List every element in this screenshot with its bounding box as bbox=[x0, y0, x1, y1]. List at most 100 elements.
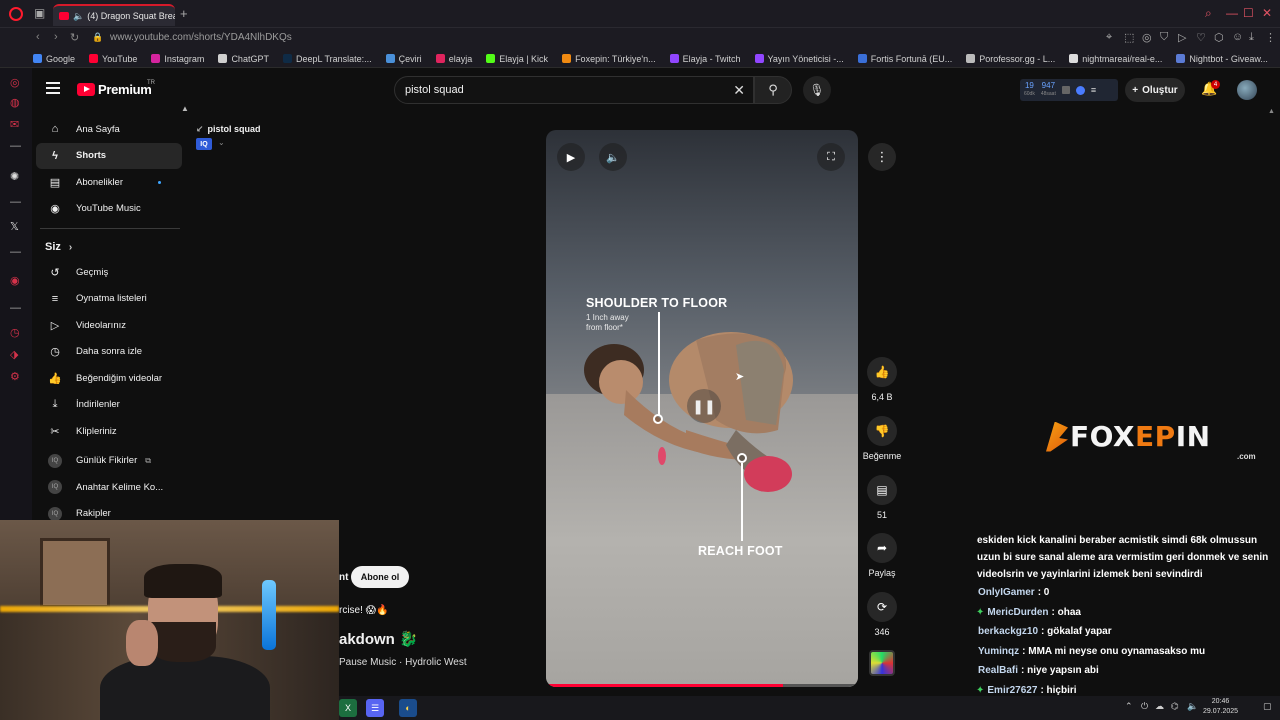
video-progress-bar[interactable] bbox=[546, 684, 858, 687]
extensions-icon[interactable]: ⬡ bbox=[1214, 31, 1224, 44]
download-icon[interactable]: ⤓ bbox=[1249, 31, 1254, 44]
search-button[interactable]: ⚲ bbox=[754, 76, 792, 104]
you-section-header[interactable]: Siz › bbox=[36, 235, 182, 259]
fullscreen-button[interactable]: ⛶ bbox=[817, 143, 845, 171]
hamburger-menu-icon[interactable] bbox=[46, 82, 60, 94]
taskbar-discord-icon[interactable]: ☰ bbox=[366, 699, 384, 717]
share-action[interactable]: ➦ Paylaş bbox=[862, 533, 902, 578]
sound-avatar[interactable] bbox=[869, 650, 895, 676]
taskbar-clock[interactable]: 20:46 29.07.2025 bbox=[1203, 697, 1238, 717]
sidebar-x-icon[interactable]: 𝕏 bbox=[10, 220, 19, 233]
vidiq-menu-icon[interactable]: ≡ bbox=[1091, 85, 1096, 95]
bookmark-item[interactable]: Yayın Yöneticisi -... bbox=[754, 54, 844, 64]
vidiq-logo-icon[interactable] bbox=[1075, 85, 1085, 95]
clear-search-icon[interactable]: ✕ bbox=[733, 82, 745, 99]
tray-notification-icon[interactable]: ▢ bbox=[1263, 701, 1272, 712]
vidiq-stats[interactable]: 19 60dk 947 48saat ≡ bbox=[1020, 79, 1118, 101]
opera-logo-icon[interactable] bbox=[9, 7, 23, 21]
tray-network-icon[interactable]: ⌬ bbox=[1171, 701, 1179, 712]
sidebar-pinboard-icon[interactable]: ⬗ bbox=[10, 348, 18, 361]
tray-chevron-icon[interactable]: ⌃ bbox=[1125, 701, 1133, 712]
thumb-up-icon[interactable]: 👍 bbox=[867, 357, 897, 387]
sidebar-mail-icon[interactable]: ✉ bbox=[10, 118, 19, 131]
bookmark-item[interactable]: elayja bbox=[435, 54, 472, 64]
bookmark-item[interactable]: YouTube bbox=[89, 54, 137, 64]
sidebar-music-icon[interactable]: ◉ bbox=[10, 274, 20, 287]
tab-audio-icon[interactable]: 🔈 bbox=[73, 11, 84, 22]
comments-action[interactable]: ▤ 51 bbox=[862, 475, 902, 520]
sidebar-chatgpt-icon[interactable]: ✺ bbox=[10, 170, 19, 183]
vidiq-grid-icon[interactable] bbox=[1061, 86, 1070, 94]
sidebar-shop-icon[interactable]: ◍ bbox=[10, 96, 20, 109]
like-action[interactable]: 👍 6,4 B bbox=[862, 357, 902, 402]
account-avatar[interactable] bbox=[1237, 80, 1257, 100]
close-window-icon[interactable]: ✕ bbox=[1262, 6, 1272, 20]
subscribe-button[interactable]: Abone ol bbox=[351, 566, 409, 588]
share-icon[interactable]: ➦ bbox=[867, 533, 897, 563]
reload-icon[interactable]: ↻ bbox=[70, 31, 79, 44]
play-button[interactable]: ▶ bbox=[557, 143, 585, 171]
browser-tab[interactable]: 🔈 (4) Dragon Squat Brea bbox=[53, 4, 175, 26]
thumb-down-icon[interactable]: 👎 bbox=[867, 416, 897, 446]
bookmark-item[interactable]: Çeviri bbox=[385, 54, 422, 64]
profile-icon[interactable]: ☺ bbox=[1232, 31, 1243, 43]
vidiq-badge[interactable]: IQ bbox=[196, 138, 212, 150]
sidebar-item-shorts[interactable]: ϟ Shorts bbox=[36, 142, 182, 169]
bookmark-item[interactable]: Foxepin: Türkiye'n... bbox=[562, 54, 656, 64]
sidebar-item-downloads[interactable]: ⤓ İndirilenler bbox=[36, 392, 182, 419]
dislike-action[interactable]: 👎 Beğenme bbox=[862, 416, 902, 461]
pin-icon[interactable]: ⌖ bbox=[1106, 31, 1112, 44]
heart-icon[interactable]: ♡ bbox=[1196, 31, 1206, 44]
new-tab-icon[interactable]: + bbox=[180, 6, 188, 21]
sidebar-aria-icon[interactable]: ◎ bbox=[10, 76, 20, 89]
search-suggestion[interactable]: ↙ pistol squad bbox=[196, 124, 261, 135]
play-icon[interactable]: ▷ bbox=[1178, 31, 1186, 44]
sidebar-item-liked[interactable]: 👍 Beğendiğim videolar bbox=[36, 365, 182, 392]
remix-action[interactable]: ⟳ 346 bbox=[862, 592, 902, 637]
sidebar-item-ext-keyword[interactable]: IQ Anahtar Kelime Ko... bbox=[36, 474, 182, 501]
tray-volume-icon[interactable]: 🔈 bbox=[1187, 701, 1198, 712]
camera-icon[interactable]: ◎ bbox=[1142, 31, 1152, 44]
back-icon[interactable]: ‹ bbox=[36, 31, 40, 43]
url-field[interactable]: www.youtube.com/shorts/YDA4NlhDKQs bbox=[110, 32, 292, 43]
bookmark-item[interactable]: Elayja | Kick bbox=[486, 54, 548, 64]
shorts-video-player[interactable]: ▶ 🔈 ⛶ SHOULDER TO FLOOR 1 Inch away from… bbox=[546, 130, 858, 687]
maximize-icon[interactable]: ☐ bbox=[1243, 6, 1254, 20]
bookmark-item[interactable]: Porofessor.gg - L... bbox=[966, 54, 1055, 64]
screenshot-icon[interactable]: ⬚ bbox=[1124, 31, 1134, 44]
sidebar-settings-icon[interactable]: ⚙ bbox=[10, 370, 20, 383]
search-input[interactable] bbox=[405, 84, 725, 96]
youtube-premium-logo[interactable]: Premium TR bbox=[77, 80, 155, 97]
sidebar-item-ext-daily-ideas[interactable]: IQ Günlük Fikirler ⧉ bbox=[36, 448, 182, 475]
taskbar-excel-icon[interactable]: X bbox=[339, 699, 357, 717]
shield-icon[interactable]: ⛉ bbox=[1160, 31, 1168, 44]
bookmark-item[interactable]: Fortis Fortunā (EU... bbox=[857, 54, 952, 64]
sidebar-item-your-videos[interactable]: ▷ Videolarınız bbox=[36, 312, 182, 339]
sidebar-item-subscriptions[interactable]: ▤ Abonelikler bbox=[36, 169, 182, 196]
sidebar-scroll-up-icon[interactable]: ▲ bbox=[181, 104, 189, 113]
bookmark-item[interactable]: ChatGPT bbox=[218, 54, 269, 64]
bookmark-item[interactable]: Google bbox=[33, 54, 75, 64]
pause-indicator-icon[interactable]: ❚❚ bbox=[687, 389, 721, 423]
sidebar-item-clips[interactable]: ✂ Klipleriniz bbox=[36, 418, 182, 445]
create-button[interactable]: + Oluştur bbox=[1125, 78, 1185, 102]
remix-icon[interactable]: ⟳ bbox=[867, 592, 897, 622]
sidebar-item-playlists[interactable]: ≡ Oynatma listeleri bbox=[36, 286, 182, 313]
search-tabs-icon[interactable]: ⌕ bbox=[1205, 6, 1212, 21]
page-scroll-up-icon[interactable]: ▲ bbox=[1268, 108, 1275, 115]
bookmark-item[interactable]: Nightbot - Giveaw... bbox=[1176, 54, 1268, 64]
more-options-button[interactable]: ⋮ bbox=[868, 143, 896, 171]
taskbar-lol-icon[interactable]: ◐ bbox=[399, 699, 417, 717]
mute-button[interactable]: 🔈 bbox=[599, 143, 627, 171]
comment-icon[interactable]: ▤ bbox=[867, 475, 897, 505]
tray-app1-icon[interactable]: ⏻ bbox=[1141, 701, 1148, 712]
bookmark-item[interactable]: Elayja - Twitch bbox=[669, 54, 741, 64]
sidebar-item-home[interactable]: ⌂ Ana Sayfa bbox=[36, 116, 182, 143]
forward-icon[interactable]: › bbox=[54, 31, 58, 43]
browser-menu-icon[interactable]: ⋮ bbox=[1265, 31, 1276, 44]
sidebar-history-icon[interactable]: ◷ bbox=[10, 326, 20, 339]
sidebar-item-watch-later[interactable]: ◷ Daha sonra izle bbox=[36, 339, 182, 366]
bookmark-item[interactable]: Instagram bbox=[151, 54, 204, 64]
minimize-icon[interactable]: — bbox=[1226, 6, 1238, 20]
sidebar-item-history[interactable]: ↺ Geçmiş bbox=[36, 259, 182, 286]
